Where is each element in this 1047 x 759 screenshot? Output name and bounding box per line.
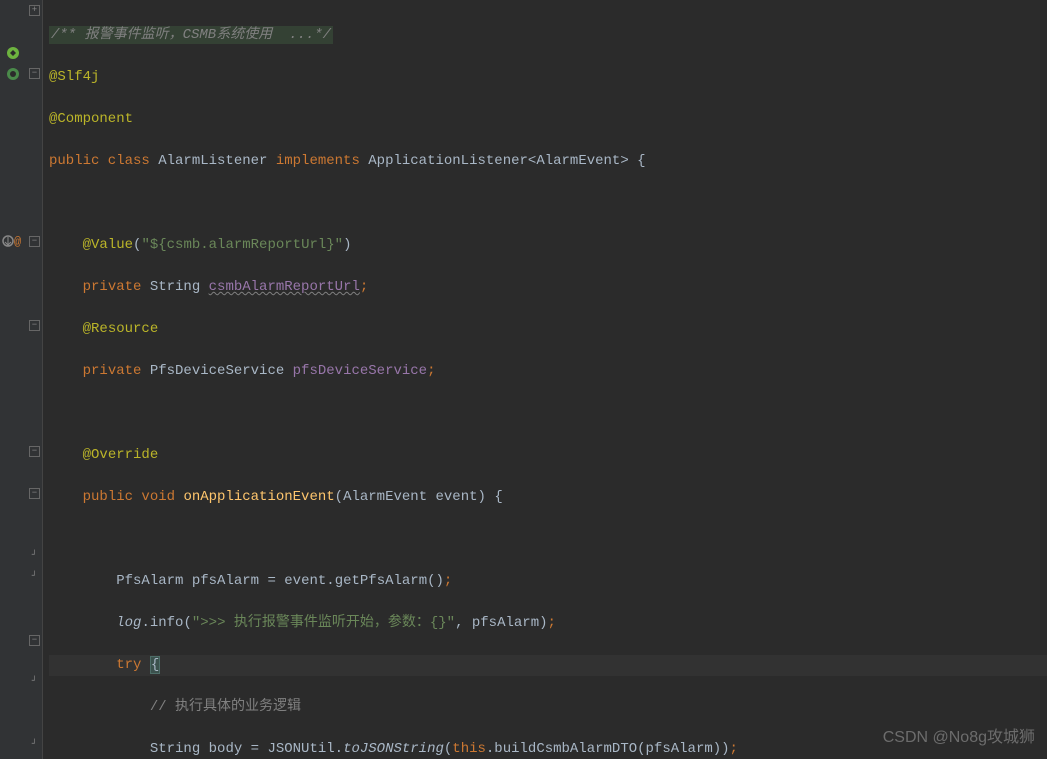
fold-end-icon[interactable]: ┘ (29, 572, 40, 583)
spring-bean-icon[interactable] (6, 46, 22, 62)
gutter-icons: @ (0, 0, 28, 759)
fold-collapse-icon[interactable]: − (29, 446, 40, 457)
fold-gutter: + − − − − − ┘ ┘ − ┘ ┘ (28, 0, 43, 759)
annotation-slf4j: @Slf4j (49, 69, 99, 85)
fold-collapse-icon[interactable]: − (29, 236, 40, 247)
inherit-icon[interactable] (6, 67, 22, 83)
stmt-log-start: log.info(">>> 执行报警事件监听开始，参数：{}", pfsAlar… (49, 613, 1047, 634)
stmt-pfs-alarm: PfsAlarm pfsAlarm = event.getPfsAlarm(); (49, 571, 1047, 592)
fold-end-icon[interactable]: ┘ (29, 677, 40, 688)
code-content[interactable]: /** 报警事件监听，CSMB系统使用 ...*/ @Slf4j @Compon… (43, 0, 1047, 759)
annotation-override: @Override (83, 447, 159, 463)
stmt-try: try { (49, 655, 1047, 676)
annotation-component: @Component (49, 111, 133, 127)
method-declaration: public void onApplicationEvent(AlarmEven… (49, 487, 1047, 508)
fold-collapse-icon[interactable]: − (29, 635, 40, 646)
annotation-resource: @Resource (83, 321, 159, 337)
value-annotation: @Value("${csmb.alarmReportUrl}") (49, 235, 1047, 256)
comment-logic: // 执行具体的业务逻辑 (150, 699, 301, 715)
code-editor[interactable]: @ + − − − − − ┘ ┘ − ┘ ┘ /** 报警事件监听，CSMB系… (0, 0, 1047, 759)
field-pfs-service: private PfsDeviceService pfsDeviceServic… (49, 361, 1047, 382)
class-declaration: public class AlarmListener implements Ap… (49, 151, 1047, 172)
watermark-text: CSDN @No8g攻城狮 (883, 723, 1035, 747)
fold-expand-icon[interactable]: + (29, 5, 40, 16)
fold-collapse-icon[interactable]: − (29, 68, 40, 79)
doc-comment: /** 报警事件监听，CSMB系统使用 ...*/ (49, 26, 333, 44)
fold-collapse-icon[interactable]: − (29, 320, 40, 331)
fold-collapse-icon[interactable]: − (29, 488, 40, 499)
field-csmb-url: private String csmbAlarmReportUrl; (49, 277, 1047, 298)
fold-end-icon[interactable]: ┘ (29, 740, 40, 751)
fold-end-icon[interactable]: ┘ (29, 551, 40, 562)
